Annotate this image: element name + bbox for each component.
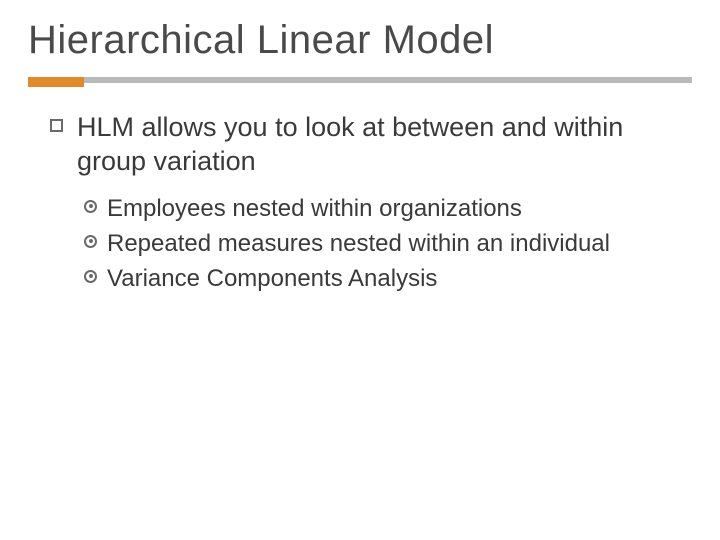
sub-point-text: Employees nested within organizations	[107, 193, 522, 224]
sub-point-text: Repeated measures nested within an indiv…	[107, 228, 610, 259]
rule-gray	[28, 77, 692, 83]
slide: Hierarchical Linear Model HLM allows you…	[0, 0, 720, 540]
target-bullet-icon	[84, 200, 97, 213]
rule-accent	[28, 77, 84, 87]
sub-bullet-group: Employees nested within organizations Re…	[50, 193, 684, 295]
square-bullet-icon	[50, 119, 63, 132]
bullet-level2: Employees nested within organizations	[84, 193, 684, 224]
main-point-text: HLM allows you to look at between and wi…	[77, 111, 684, 179]
target-bullet-icon	[84, 270, 97, 283]
target-bullet-icon	[84, 235, 97, 248]
slide-title: Hierarchical Linear Model	[28, 18, 692, 63]
bullet-level2: Repeated measures nested within an indiv…	[84, 228, 684, 259]
slide-body: HLM allows you to look at between and wi…	[28, 111, 692, 294]
bullet-level2: Variance Components Analysis	[84, 263, 684, 294]
bullet-level1: HLM allows you to look at between and wi…	[50, 111, 684, 179]
sub-point-text: Variance Components Analysis	[107, 263, 437, 294]
title-rule	[28, 77, 692, 83]
